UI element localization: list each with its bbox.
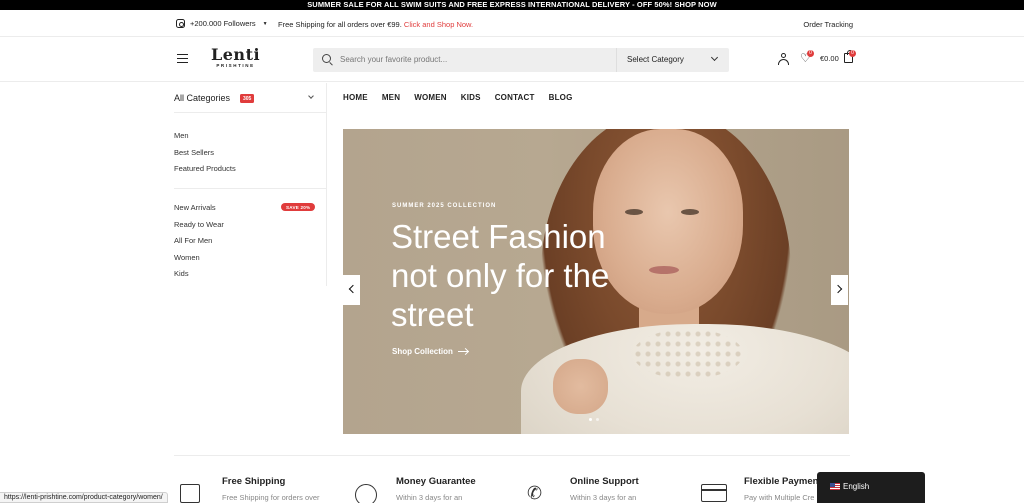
feature-desc: Within 3 days for an (396, 493, 463, 502)
category-count-badge: 305 (240, 94, 255, 103)
slider-dots (589, 418, 599, 421)
hero-model-hand (553, 359, 608, 414)
nav-kids[interactable]: KIDS (461, 93, 481, 102)
promo-bar[interactable]: SUMMER SALE FOR ALL SWIM SUITS AND FREE … (0, 0, 1024, 10)
feature-money-guarantee: Money Guarantee Within 3 days for an (396, 476, 476, 502)
features-divider (174, 455, 850, 456)
slider-prev-button[interactable] (343, 275, 360, 305)
site-logo[interactable]: Lenti PRISHTINE (211, 45, 261, 69)
feature-title: Money Guarantee (396, 476, 476, 487)
wishlist-count-badge: 0 (807, 50, 814, 57)
credit-card-icon (701, 484, 727, 502)
shipping-text: Free Shipping for all orders over €99. (278, 20, 402, 29)
account-icon[interactable] (778, 53, 789, 65)
menu-icon[interactable] (177, 54, 188, 63)
sidebar-item-women[interactable]: Women (174, 253, 200, 262)
sidebar-item-best-sellers[interactable]: Best Sellers (174, 148, 214, 157)
feature-desc: Within 3 days for an (570, 493, 637, 502)
nav-women[interactable]: WOMEN (414, 93, 447, 102)
feature-free-shipping: Free Shipping Free Shipping for orders o… (222, 476, 320, 502)
arrow-right-icon (457, 350, 468, 353)
feature-flexible-payment: Flexible Payment Pay with Multiple Cre (744, 476, 822, 502)
chevron-down-icon (308, 93, 314, 99)
sidebar-item-new-arrivals[interactable]: New Arrivals (174, 203, 216, 212)
sale-badge: SAVE 20% (281, 203, 316, 211)
feature-title: Online Support (570, 476, 639, 487)
search-bar: Search your favorite product... Select C… (313, 48, 729, 72)
nav-contact[interactable]: CONTACT (495, 93, 535, 102)
slider-dot[interactable] (596, 418, 599, 421)
sidebar-divider (174, 188, 327, 189)
cart-total[interactable]: €0.00 (820, 54, 839, 63)
instagram-icon (176, 19, 185, 28)
feature-desc: Pay with Multiple Cre (744, 493, 815, 502)
feature-title: Flexible Payment (744, 476, 822, 487)
all-categories-title: All Categories (174, 93, 231, 103)
shop-collection-link[interactable]: Shop Collection (392, 347, 468, 356)
followers-count: +200.000 Followers (190, 19, 256, 28)
us-flag-icon (830, 483, 840, 490)
logo-subtitle: PRISHTINE (216, 63, 255, 68)
sidebar-item-featured-products[interactable]: Featured Products (174, 164, 236, 173)
shop-collection-label: Shop Collection (392, 347, 453, 356)
hero-sweater-lace (633, 329, 743, 379)
main-nav: HOME MEN WOMEN KIDS CONTACT BLOG (343, 93, 587, 102)
feature-title: Free Shipping (222, 476, 286, 487)
slider-next-button[interactable] (831, 275, 848, 305)
browser-status-url: https://lenti-prishtine.com/product-cate… (0, 492, 168, 503)
category-sidebar: Men Best Sellers Featured Products New A… (174, 113, 327, 286)
hero-model-lips (649, 266, 679, 274)
promo-text: SUMMER SALE FOR ALL SWIM SUITS AND FREE … (307, 0, 717, 9)
followers-dropdown[interactable]: +200.000 Followers ▼ (176, 19, 268, 28)
search-icon[interactable] (322, 54, 331, 63)
language-label: English (843, 482, 870, 491)
search-input[interactable]: Search your favorite product... (340, 55, 447, 64)
feature-online-support: Online Support Within 3 days for an (570, 476, 639, 502)
money-guarantee-icon (355, 484, 377, 503)
chevron-right-icon (833, 284, 843, 294)
chevron-left-icon (348, 284, 358, 294)
nav-men[interactable]: MEN (382, 93, 400, 102)
language-switcher[interactable]: English (817, 472, 925, 503)
hero-slider[interactable]: SUMMER 2025 COLLECTION Street Fashion no… (343, 129, 849, 434)
sidebar-item-all-for-men[interactable]: All For Men (174, 236, 212, 245)
feature-desc: Free Shipping for orders over (222, 493, 320, 502)
hero-headline: Street Fashion not only for the street (391, 218, 610, 333)
category-select[interactable]: Select Category (616, 48, 729, 72)
caret-down-icon: ▼ (262, 20, 268, 27)
site-header: Lenti PRISHTINE Search your favorite pro… (0, 38, 1024, 82)
sidebar-item-men[interactable]: Men (174, 131, 189, 140)
phone-support-icon: ✆ (527, 483, 543, 503)
hero-model-eye (625, 209, 643, 215)
shop-now-link[interactable]: Click and Shop Now. (404, 20, 473, 29)
category-select-label: Select Category (627, 55, 684, 64)
hero-model-eye (681, 209, 699, 215)
chevron-down-icon (710, 53, 719, 62)
hero-eyebrow: SUMMER 2025 COLLECTION (392, 203, 497, 209)
sidebar-item-kids[interactable]: Kids (174, 269, 189, 278)
nav-home[interactable]: HOME (343, 93, 368, 102)
top-bar: +200.000 Followers ▼ Free Shipping for a… (0, 10, 1024, 37)
slider-dot-active[interactable] (589, 418, 592, 421)
logo-name: Lenti (211, 45, 261, 64)
cart-count-badge: 0 (849, 50, 856, 57)
order-tracking-link[interactable]: Order Tracking (803, 20, 853, 29)
all-categories-toggle[interactable]: All Categories 305 (174, 83, 327, 113)
sidebar-item-ready-to-wear[interactable]: Ready to Wear (174, 220, 224, 229)
nav-blog[interactable]: BLOG (549, 93, 573, 102)
shipping-box-icon (180, 484, 200, 503)
shipping-notice: Free Shipping for all orders over €99. C… (278, 20, 473, 29)
